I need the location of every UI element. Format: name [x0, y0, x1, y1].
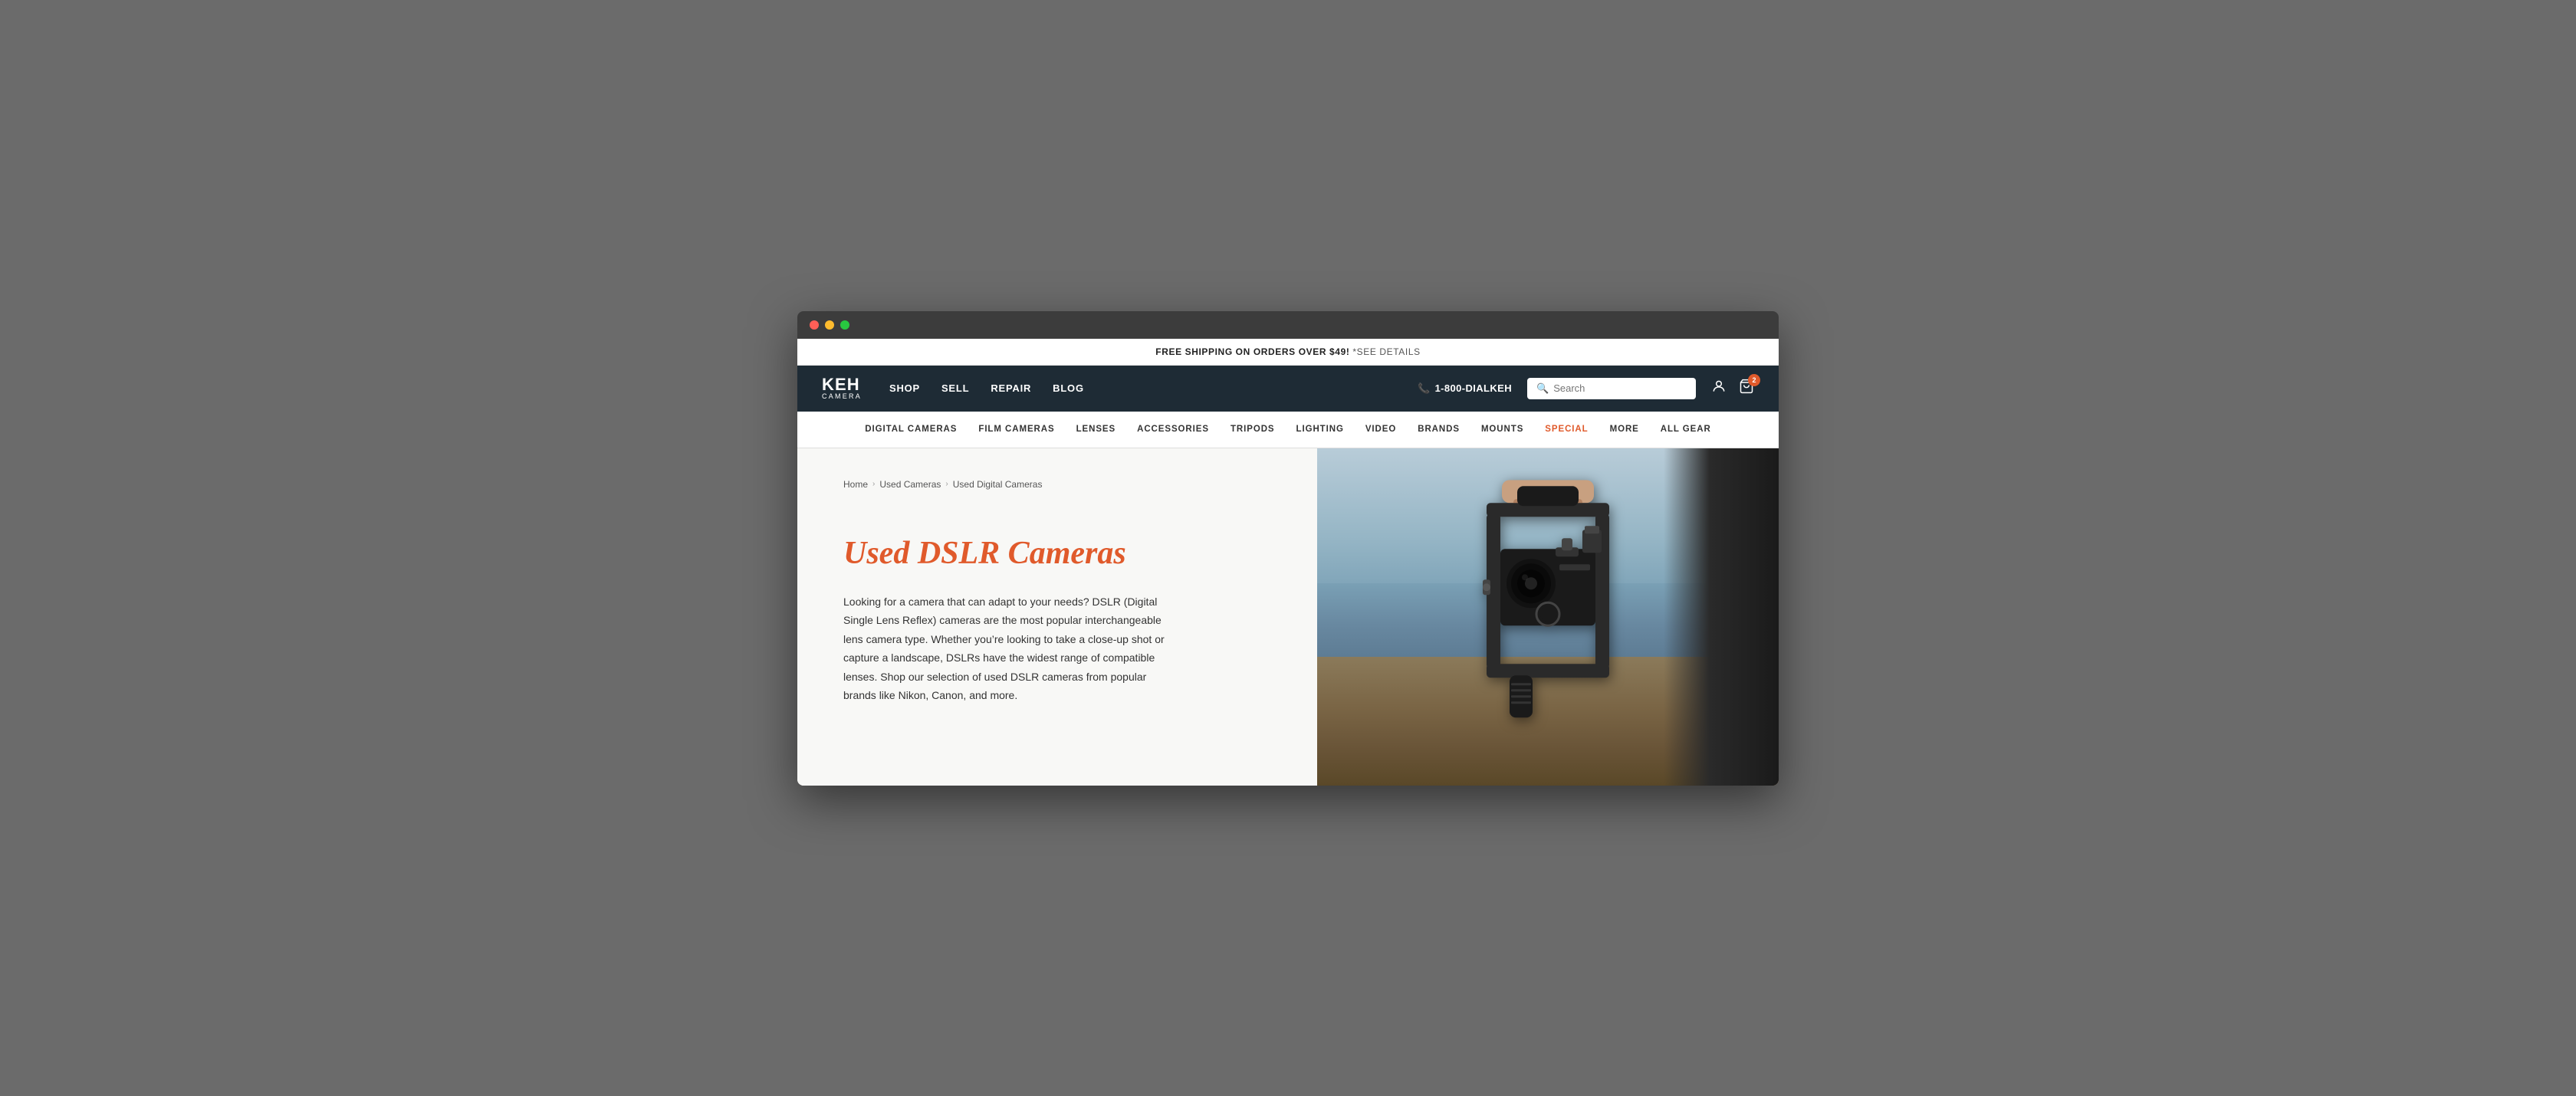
- camera-rig-svg: [1441, 480, 1655, 725]
- promo-text: FREE SHIPPING ON ORDERS OVER $49!: [1155, 346, 1349, 357]
- nav-left: KEH CAMERA SHOP SELL REPAIR BLOG: [822, 376, 1084, 400]
- nav-right: 📞 1-800-DIALKEH 🔍: [1418, 378, 1754, 399]
- search-box[interactable]: 🔍: [1527, 378, 1696, 399]
- breadcrumb: Home › Used Cameras › Used Digital Camer…: [843, 479, 1271, 490]
- scene-person: [1664, 448, 1779, 786]
- cart-badge: 2: [1748, 374, 1760, 386]
- content-left: Home › Used Cameras › Used Digital Camer…: [797, 448, 1317, 786]
- nav-icons: 2: [1711, 379, 1754, 398]
- search-input[interactable]: [1553, 382, 1687, 394]
- phone-icon: 📞: [1418, 382, 1431, 395]
- logo-camera: CAMERA: [822, 393, 862, 400]
- promo-details: *SEE DETAILS: [1349, 346, 1420, 357]
- browser-dot-red[interactable]: [810, 320, 819, 330]
- cart-button[interactable]: 2: [1739, 379, 1754, 398]
- cat-brands[interactable]: BRANDS: [1418, 412, 1460, 446]
- camera-rig: [1441, 480, 1655, 729]
- nav-links: SHOP SELL REPAIR BLOG: [889, 382, 1084, 394]
- page-title: Used DSLR Cameras: [843, 536, 1271, 571]
- breadcrumb-home[interactable]: Home: [843, 479, 868, 490]
- breadcrumb-sep-2: ›: [945, 480, 948, 488]
- cat-all-gear[interactable]: ALL GEAR: [1661, 412, 1711, 446]
- cat-accessories[interactable]: ACCESSORIES: [1137, 412, 1209, 446]
- cat-more[interactable]: MORE: [1610, 412, 1639, 446]
- site-wrapper: FREE SHIPPING ON ORDERS OVER $49! *SEE D…: [797, 339, 1779, 786]
- cat-mounts[interactable]: MOUNTS: [1481, 412, 1523, 446]
- browser-chrome: [797, 311, 1779, 339]
- nav-link-blog[interactable]: BLOG: [1053, 382, 1084, 394]
- cat-video[interactable]: VIDEO: [1365, 412, 1396, 446]
- content-area: Home › Used Cameras › Used Digital Camer…: [797, 448, 1779, 786]
- browser-dot-yellow[interactable]: [825, 320, 834, 330]
- category-nav: DIGITAL CAMERAS FILM CAMERAS LENSES ACCE…: [797, 412, 1779, 448]
- search-icon: 🔍: [1536, 382, 1549, 395]
- cat-lenses[interactable]: LENSES: [1076, 412, 1116, 446]
- phone-text: 1-800-DIALKEH: [1435, 382, 1512, 394]
- cat-lighting[interactable]: LIGHTING: [1296, 412, 1344, 446]
- phone-number: 📞 1-800-DIALKEH: [1418, 382, 1512, 395]
- nav-link-shop[interactable]: SHOP: [889, 382, 920, 394]
- breadcrumb-sep-1: ›: [872, 480, 875, 488]
- cat-tripods[interactable]: TRIPODS: [1230, 412, 1275, 446]
- breadcrumb-used-cameras[interactable]: Used Cameras: [879, 479, 941, 490]
- cat-film-cameras[interactable]: FILM CAMERAS: [978, 412, 1054, 446]
- promo-bar: FREE SHIPPING ON ORDERS OVER $49! *SEE D…: [797, 339, 1779, 366]
- account-button[interactable]: [1711, 379, 1727, 398]
- cat-special[interactable]: SPECIAL: [1545, 412, 1588, 446]
- breadcrumb-current: Used Digital Cameras: [953, 479, 1043, 490]
- camera-scene: [1317, 448, 1779, 786]
- page-description: Looking for a camera that can adapt to y…: [843, 592, 1181, 705]
- logo-keh: KEH: [822, 376, 862, 393]
- browser-dot-green[interactable]: [840, 320, 849, 330]
- hero-image-area: [1317, 448, 1779, 786]
- nav-link-repair[interactable]: REPAIR: [991, 382, 1031, 394]
- cat-digital-cameras[interactable]: DIGITAL CAMERAS: [865, 412, 957, 446]
- nav-link-sell[interactable]: SELL: [941, 382, 969, 394]
- browser-window: FREE SHIPPING ON ORDERS OVER $49! *SEE D…: [797, 311, 1779, 786]
- logo[interactable]: KEH CAMERA: [822, 376, 862, 400]
- main-nav: KEH CAMERA SHOP SELL REPAIR BLOG 📞 1-800…: [797, 366, 1779, 412]
